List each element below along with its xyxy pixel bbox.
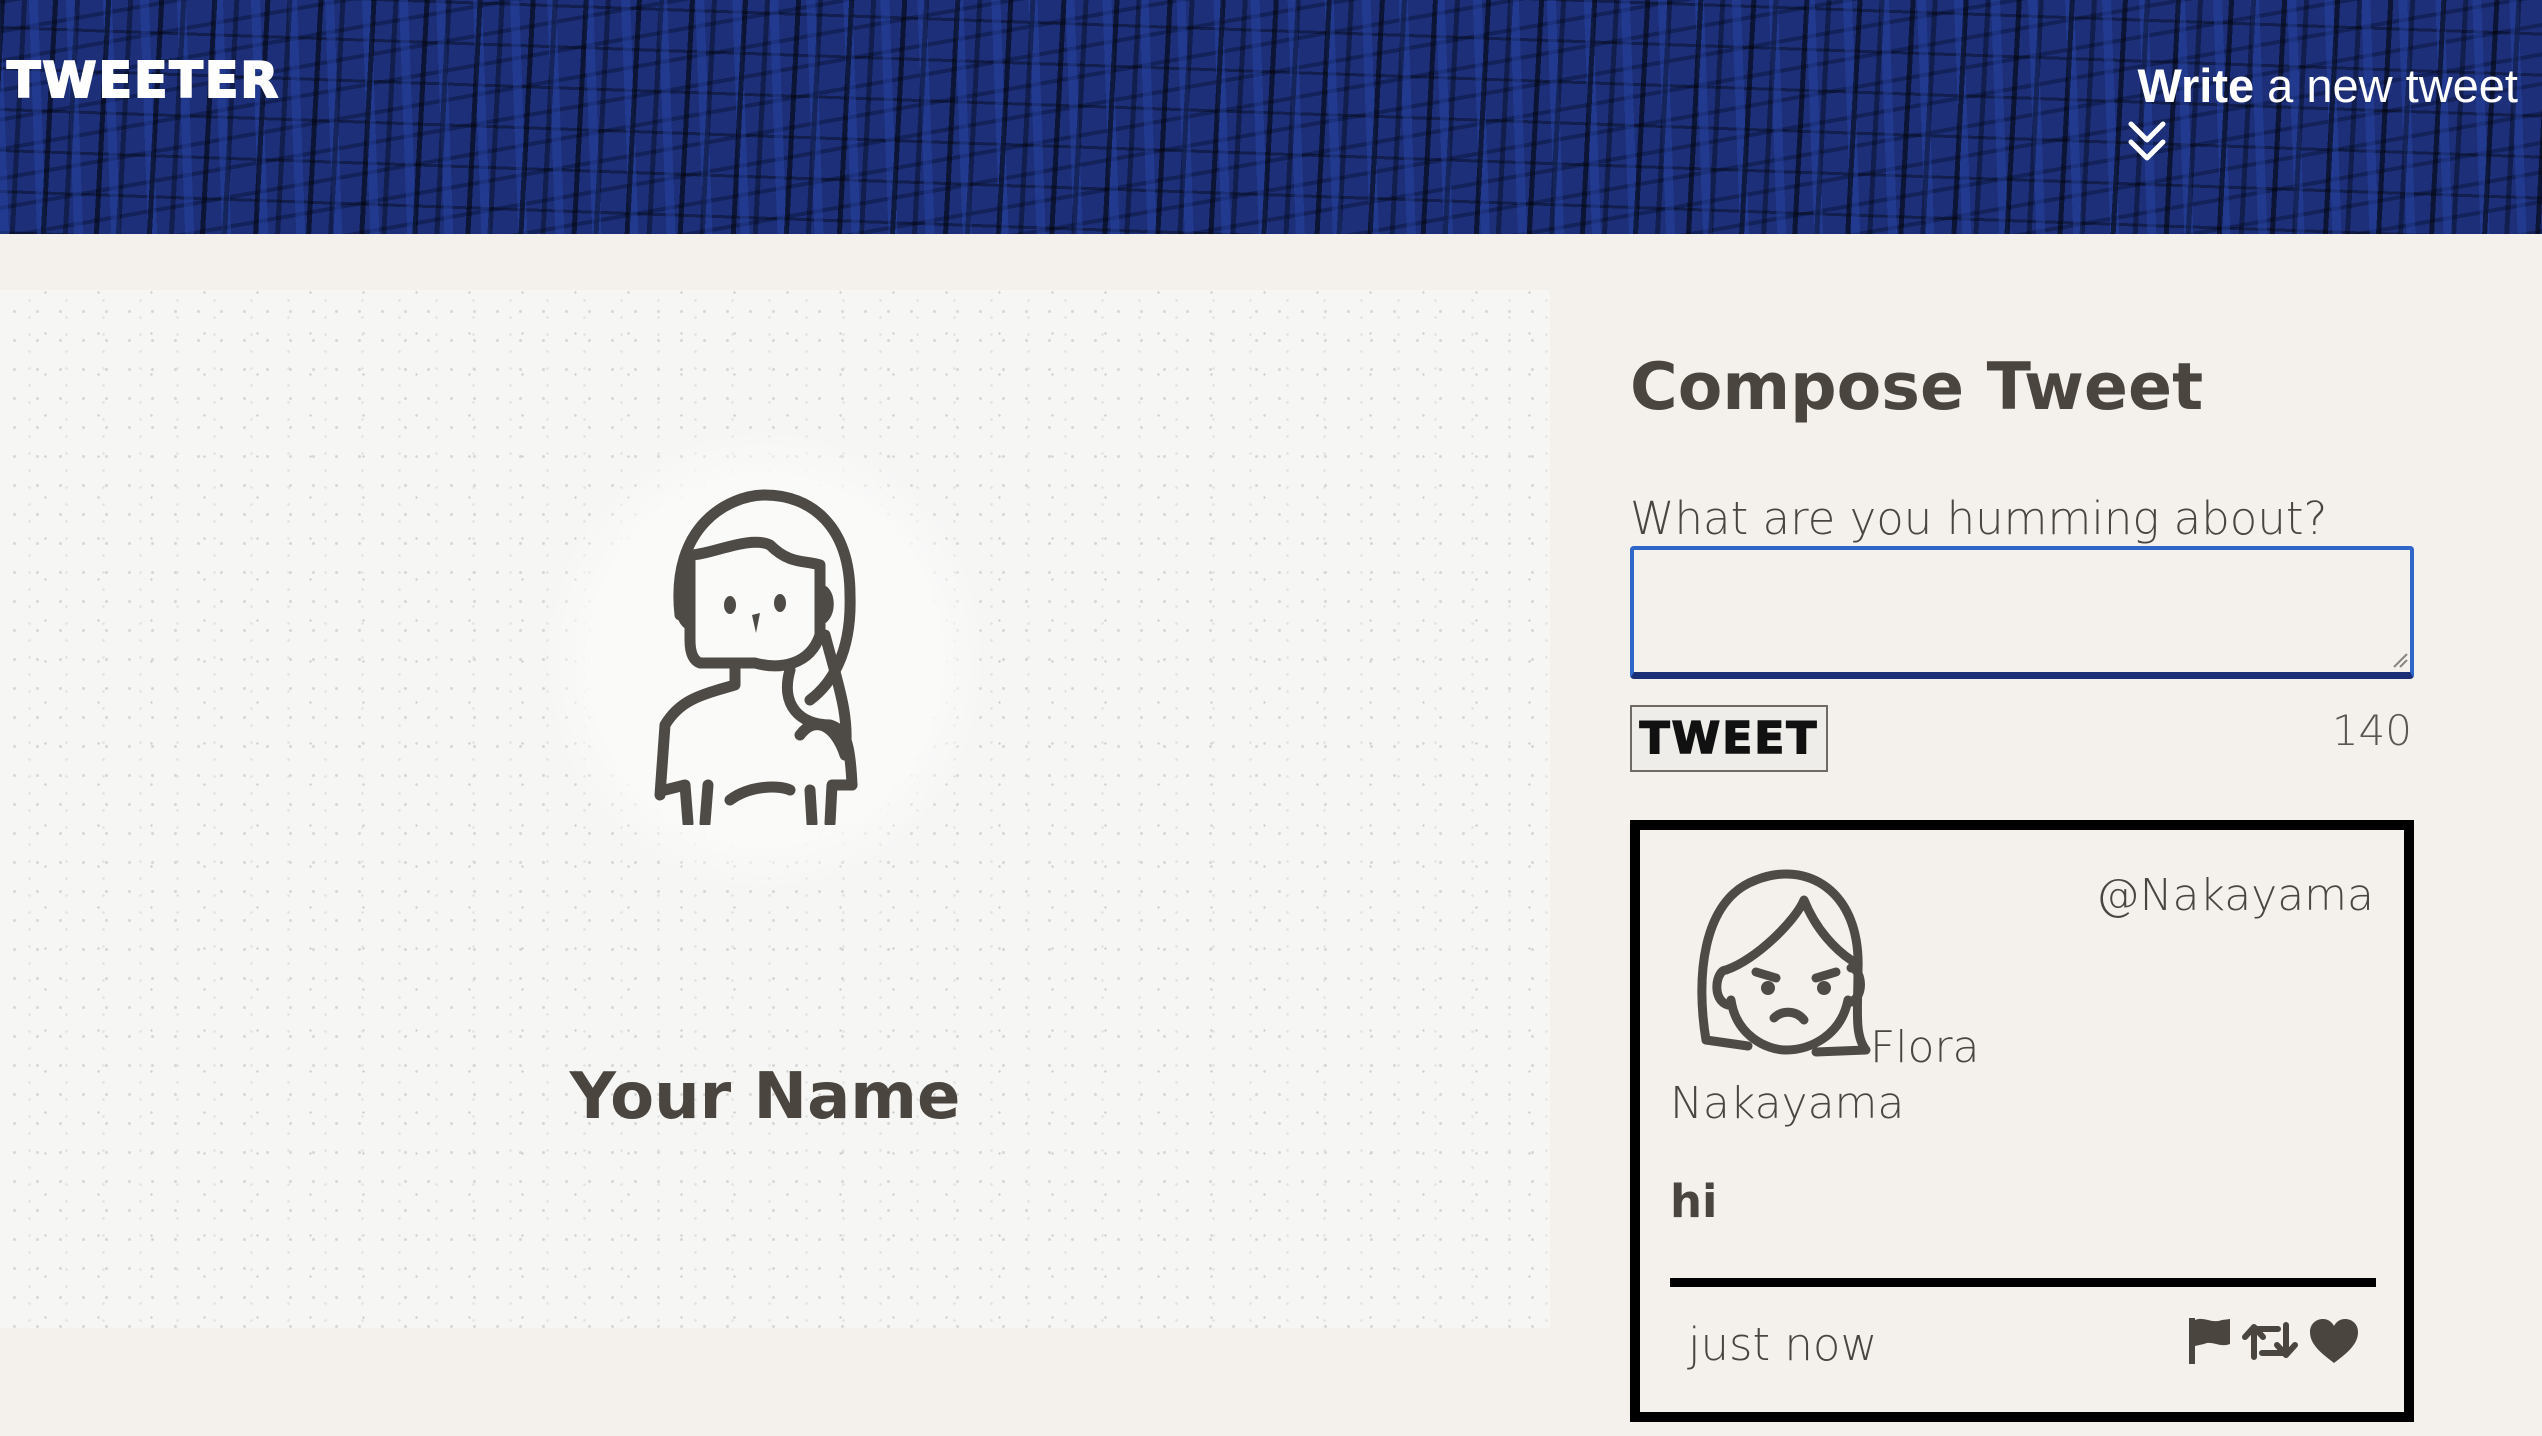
tweet-card: @Nakayama Flora Nakayama hi just now (1630, 820, 2414, 1422)
heart-icon[interactable] (2308, 1317, 2360, 1365)
profile-name: Your Name (569, 1060, 961, 1134)
compose-prompt-label: What are you humming about? (1630, 492, 2328, 545)
tweet-text-input[interactable] (1630, 546, 2414, 679)
person-long-hair-icon (654, 489, 858, 825)
profile-panel: Your Name (0, 290, 1550, 1328)
brand-logo[interactable]: TWEETER (6, 51, 280, 110)
tweet-author-name: Flora Nakayama (1670, 1022, 1980, 1129)
tweet-submit-button[interactable]: TWEET (1630, 705, 1828, 772)
double-chevron-down-icon[interactable] (2128, 120, 2166, 164)
character-counter: 140 (2331, 706, 2412, 755)
compose-title: Compose Tweet (1630, 350, 2204, 425)
write-toggle-label: a new tweet (2254, 59, 2518, 112)
tweet-handle[interactable]: @Nakayama (2096, 870, 2374, 921)
tweet-divider (1670, 1278, 2376, 1287)
tweet-timestamp: just now (1688, 1318, 1878, 1371)
write-new-tweet-toggle[interactable]: Write a new tweet (2137, 58, 2518, 113)
tweet-actions (2186, 1316, 2360, 1366)
tweet-body: hi (1670, 1175, 1718, 1228)
retweet-icon[interactable] (2242, 1319, 2298, 1363)
flag-icon[interactable] (2186, 1316, 2232, 1366)
top-nav-bar: TWEETER Write a new tweet (0, 0, 2542, 234)
write-toggle-bold: Write (2137, 59, 2255, 112)
resize-grip-icon[interactable] (2392, 652, 2408, 668)
